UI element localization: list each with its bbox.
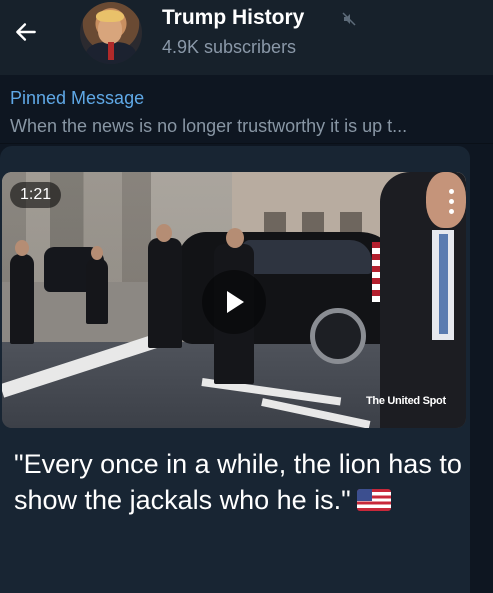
more-vertical-icon[interactable] bbox=[440, 186, 462, 216]
arrow-left-icon bbox=[16, 23, 36, 41]
channel-avatar[interactable] bbox=[80, 2, 142, 64]
mute-icon bbox=[342, 12, 356, 26]
pinned-message-bar[interactable]: Pinned Message When the news is no longe… bbox=[0, 80, 493, 142]
back-button[interactable] bbox=[8, 14, 44, 50]
pinned-message-text: When the news is no longer trustworthy i… bbox=[10, 116, 408, 136]
subscriber-count: 4.9K subscribers bbox=[162, 37, 297, 57]
caption-text: "Every once in a while, the lion has to … bbox=[14, 449, 462, 515]
pinned-message-title: Pinned Message bbox=[10, 88, 145, 108]
us-flag-emoji bbox=[356, 489, 391, 511]
channel-title[interactable]: Trump History bbox=[162, 6, 304, 30]
video-duration-badge: 1:21 bbox=[10, 182, 62, 208]
play-button[interactable] bbox=[202, 270, 266, 334]
divider bbox=[0, 143, 493, 144]
chat-background bbox=[470, 146, 493, 593]
message-caption: "Every once in a while, the lion has to … bbox=[14, 446, 464, 518]
chat-header: Trump History 4.9K subscribers bbox=[0, 0, 493, 75]
play-icon bbox=[227, 291, 244, 313]
video-watermark: The United Spot bbox=[366, 395, 446, 407]
